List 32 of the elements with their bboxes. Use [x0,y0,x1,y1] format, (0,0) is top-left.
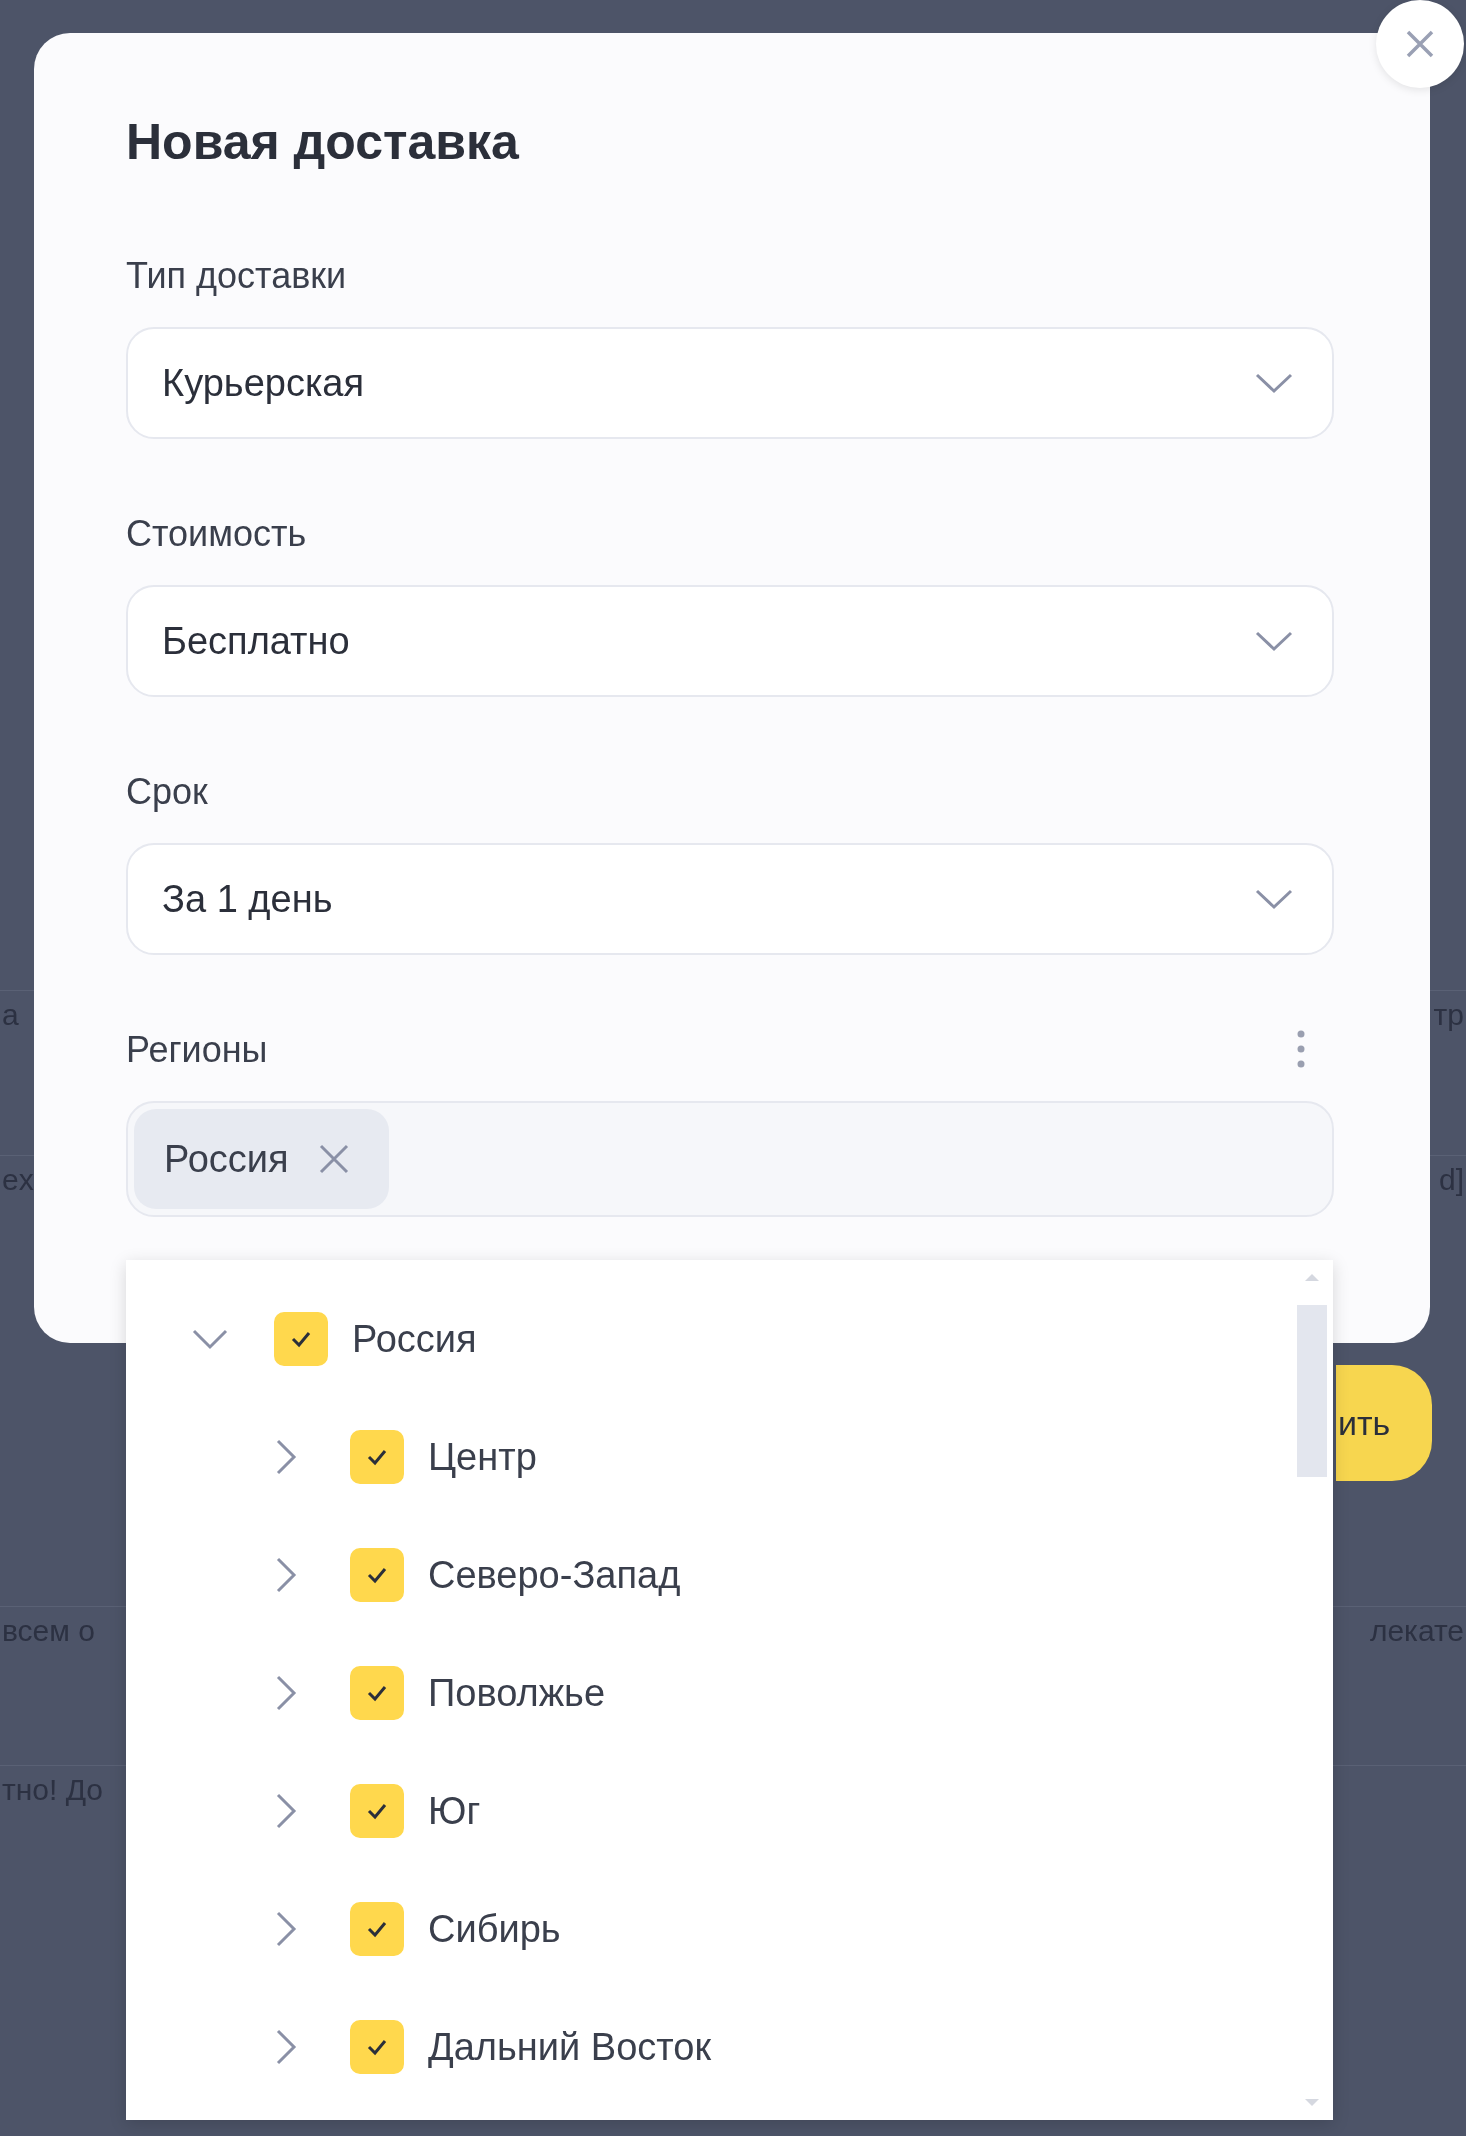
checkbox[interactable] [350,1902,404,1956]
field-label: Стоимость [126,513,308,555]
select-field[interactable]: Курьерская [126,327,1334,439]
background-button[interactable]: ить [1336,1365,1432,1481]
dialog-title: Новая доставка [126,113,520,171]
chevron-down-icon [1254,629,1294,653]
tree-item-label[interactable]: Россия [352,1317,477,1361]
chevron-down-icon [1254,887,1294,911]
tag-input-field[interactable]: Россия [126,1101,1334,1217]
scrollbar-thumb[interactable] [1297,1305,1327,1477]
tree-item-label[interactable]: Дальний Восток [428,2025,712,2069]
chip-label: Россия [164,1137,289,1181]
close-icon [1405,29,1435,59]
checkbox[interactable] [274,1312,328,1366]
tree-item-label[interactable]: Юг [428,1789,481,1833]
checkbox[interactable] [350,1666,404,1720]
checkbox[interactable] [350,1784,404,1838]
checkbox[interactable] [350,2020,404,2074]
select-field[interactable]: Бесплатно [126,585,1334,697]
field-label: Тип доставки [126,255,348,297]
select-field[interactable]: За 1 день [126,843,1334,955]
tree-item-label[interactable]: Северо-Запад [428,1553,681,1597]
field-label: Регионы [126,1029,268,1071]
remove-icon[interactable] [318,1144,349,1174]
tree-item-label[interactable]: Сибирь [428,1907,561,1951]
field-label: Срок [126,771,209,813]
tree-item-label[interactable]: Поволжье [428,1671,606,1715]
checkbox[interactable] [350,1430,404,1484]
tree-item-label[interactable]: Центр [428,1435,537,1479]
checkbox[interactable] [350,1548,404,1602]
chevron-down-icon [1254,371,1294,395]
more-options-icon[interactable] [1296,1029,1306,1069]
